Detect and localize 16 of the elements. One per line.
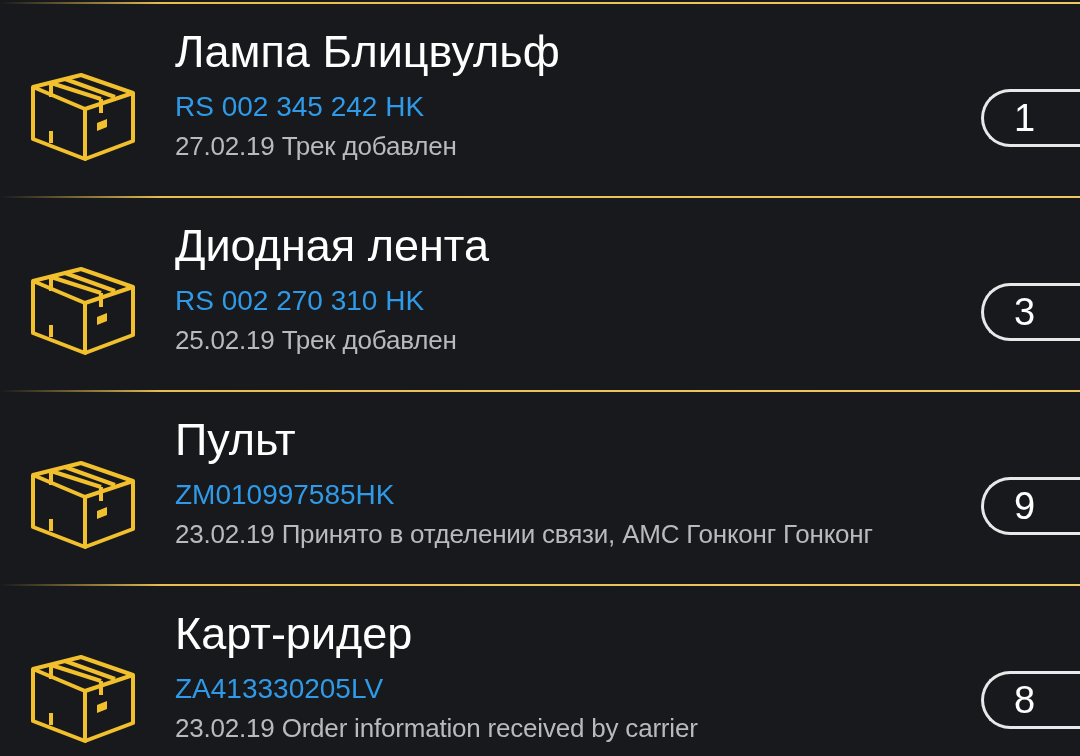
parcel-status: 23.02.19 Order information received by carrier xyxy=(175,712,699,745)
tracking-number: ZA413330205LV xyxy=(175,672,385,706)
event-count: 9 xyxy=(981,477,1080,535)
parcel-status: 23.02.19 Принято в отделении связи, AMC Гонконг Гонконг xyxy=(175,518,874,551)
event-count: 3 xyxy=(981,283,1080,341)
tracking-number: ZM010997585HK xyxy=(175,478,396,512)
parcel-name: Диодная лента xyxy=(175,219,490,273)
parcel-name: Лампа Блицвульф xyxy=(175,25,561,79)
parcel-status: 25.02.19 Трек добавлен xyxy=(175,324,458,357)
tracking-number: RS 002 270 310 HK xyxy=(175,284,426,318)
event-count: 1 xyxy=(981,89,1080,147)
parcel-status: 27.02.19 Трек добавлен xyxy=(175,130,458,163)
parcel-name: Карт-ридер xyxy=(175,607,414,661)
tracking-number: RS 002 345 242 HK xyxy=(175,90,426,124)
parcel-name: Пульт xyxy=(175,413,297,467)
event-count: 8 xyxy=(981,671,1080,729)
